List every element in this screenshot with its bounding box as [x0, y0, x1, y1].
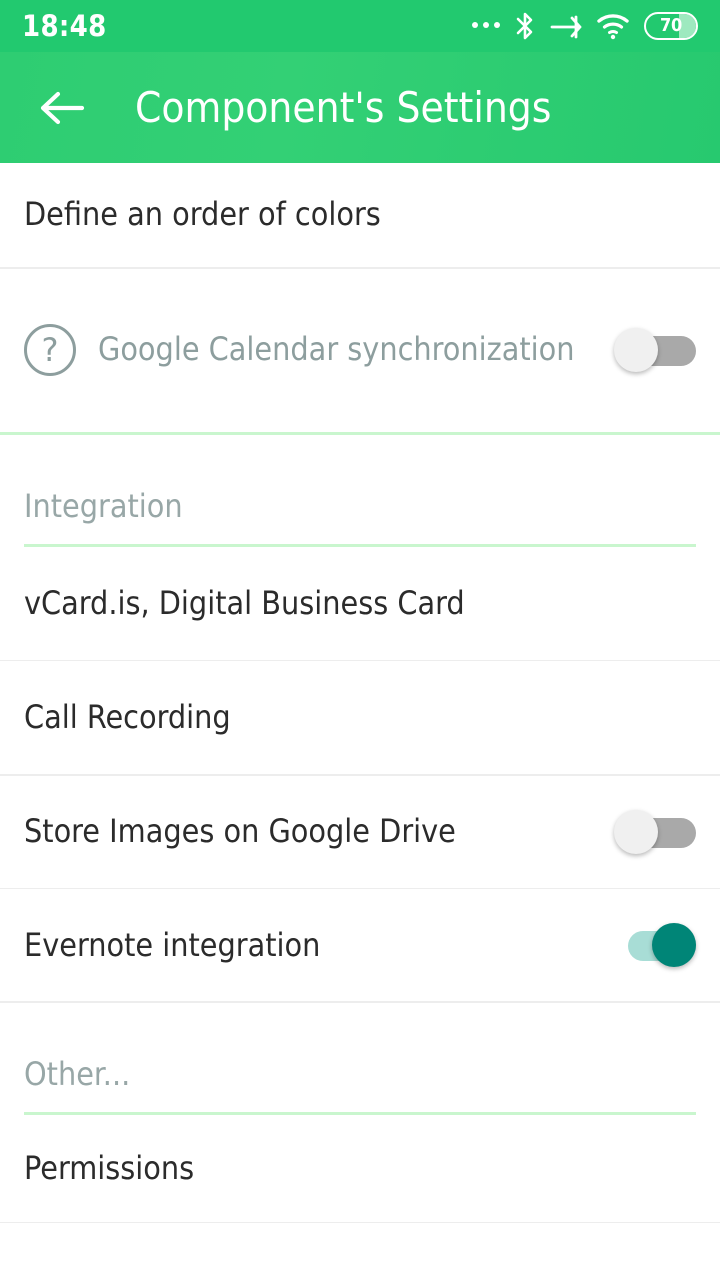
page-title: Component's Settings	[135, 82, 552, 132]
status-icons: 70	[472, 11, 698, 41]
row-google-calendar-sync[interactable]: ? Google Calendar synchronization	[0, 268, 720, 432]
row-label: Define an order of colors	[24, 195, 381, 234]
battery-level-text: 70	[660, 15, 682, 36]
row-permissions[interactable]: Permissions	[0, 1114, 720, 1222]
row-define-order-of-colors[interactable]: Define an order of colors	[0, 163, 720, 267]
section-title: Other...	[24, 1054, 131, 1093]
status-time: 18:48	[22, 8, 107, 43]
more-dots-icon	[472, 22, 500, 30]
app-bar: Component's Settings	[0, 52, 720, 163]
row-vcard[interactable]: vCard.is, Digital Business Card	[0, 546, 720, 660]
row-evernote-integration[interactable]: Evernote integration	[0, 889, 720, 1002]
row-call-recording[interactable]: Call Recording	[0, 661, 720, 775]
row-label: Permissions	[24, 1148, 195, 1187]
row-label: Evernote integration	[24, 925, 321, 964]
divider	[0, 1221, 720, 1224]
bluetooth-icon	[514, 11, 536, 41]
toggle-evernote-integration[interactable]	[614, 923, 696, 968]
settings-list: Define an order of colors ? Google Calen…	[0, 163, 720, 1224]
row-label: vCard.is, Digital Business Card	[24, 583, 465, 622]
section-other: Other...	[0, 1002, 720, 1115]
back-button[interactable]	[34, 80, 90, 136]
row-label: Call Recording	[24, 698, 231, 737]
back-arrow-icon	[40, 91, 85, 124]
settings-screen: 18:48 70 Component's Settings Define an …	[0, 0, 720, 1280]
toggle-google-calendar-sync[interactable]	[614, 328, 696, 372]
help-icon[interactable]: ?	[24, 324, 76, 376]
battery-icon: 70	[644, 12, 698, 40]
status-bar: 18:48 70	[0, 0, 720, 52]
row-store-images-google-drive[interactable]: Store Images on Google Drive	[0, 775, 720, 888]
airplane-mode-icon	[550, 11, 582, 41]
row-label: Google Calendar synchronization	[98, 330, 575, 369]
toggle-store-images-google-drive[interactable]	[614, 809, 696, 854]
wifi-icon	[596, 12, 630, 40]
row-label: Store Images on Google Drive	[24, 812, 456, 851]
section-title: Integration	[24, 486, 183, 525]
section-integration: Integration	[0, 434, 720, 547]
